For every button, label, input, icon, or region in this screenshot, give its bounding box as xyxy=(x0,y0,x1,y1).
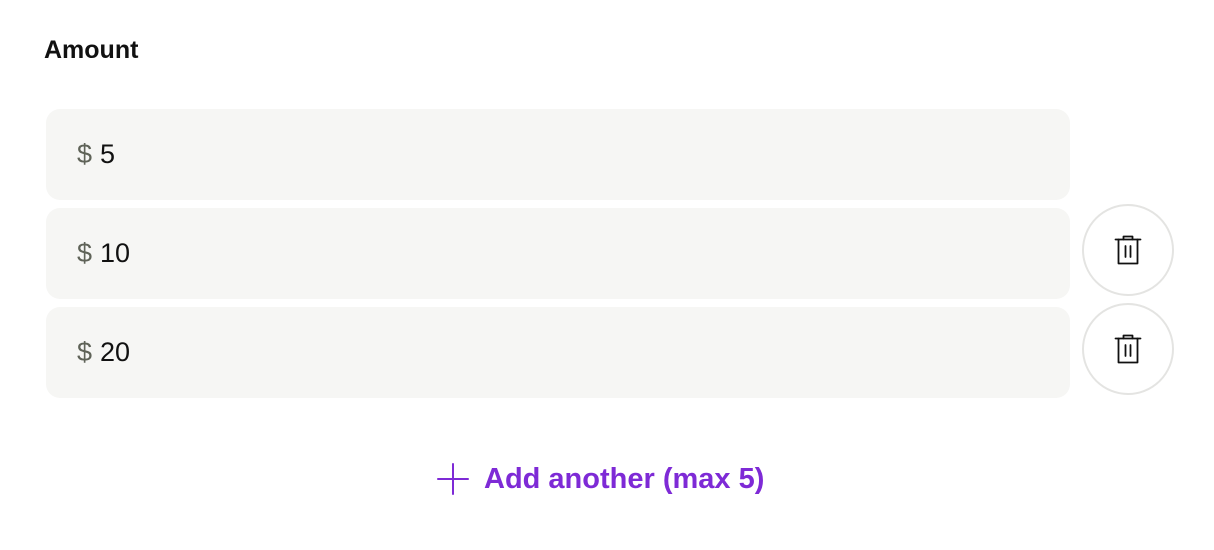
amount-value[interactable]: 20 xyxy=(100,339,130,366)
add-another-label: Add another (max 5) xyxy=(484,462,765,495)
add-another-button[interactable]: Add another (max 5) xyxy=(436,458,764,500)
currency-symbol: $ xyxy=(77,238,93,268)
amount-label: Amount xyxy=(44,36,139,64)
amount-field-1[interactable]: $ 5 xyxy=(46,109,1070,200)
currency-symbol: $ xyxy=(77,337,93,367)
amount-value[interactable]: 5 xyxy=(100,141,115,168)
delete-amount-2-button[interactable] xyxy=(1082,204,1174,296)
trash-icon xyxy=(1114,334,1142,364)
currency-symbol: $ xyxy=(77,139,93,169)
trash-icon xyxy=(1114,235,1142,265)
amount-field-3[interactable]: $ 20 xyxy=(46,307,1070,398)
delete-amount-3-button[interactable] xyxy=(1082,303,1174,395)
plus-icon xyxy=(437,463,469,495)
amount-field-2[interactable]: $ 10 xyxy=(46,208,1070,299)
amount-value[interactable]: 10 xyxy=(100,240,130,267)
